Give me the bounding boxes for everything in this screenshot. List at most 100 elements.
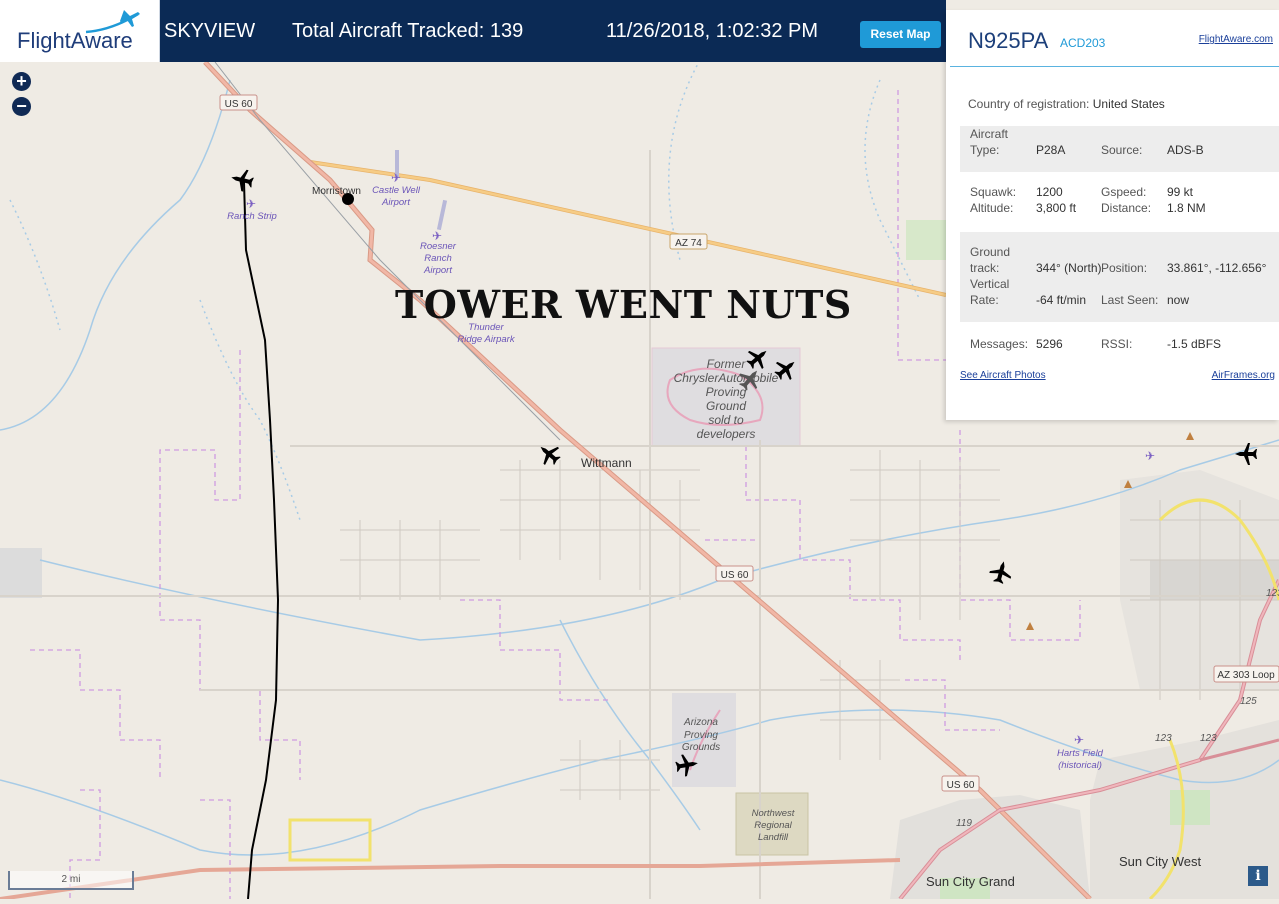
- track-value: 344° (North): [1036, 261, 1102, 275]
- svg-text:US 60: US 60: [721, 570, 749, 581]
- source-value: ADS-B: [1167, 143, 1204, 157]
- label-thunder-ridge-2: Ridge Airpark: [457, 334, 515, 345]
- section-squawk: Squawk: 1200 Gspeed: 99 kt Altitude: 3,8…: [960, 182, 1279, 222]
- see-aircraft-photos-link[interactable]: See Aircraft Photos: [960, 370, 1046, 381]
- flightaware-link[interactable]: FlightAware.com: [1199, 34, 1273, 45]
- airport-icon: ✈: [246, 197, 256, 211]
- place-label-wittmann: Wittmann: [581, 456, 632, 470]
- label-az-proving-1: Arizona: [683, 717, 718, 728]
- label-chrysler-1: Former: [707, 357, 747, 371]
- road-shield-az303: AZ 303 Loop: [1213, 665, 1279, 683]
- label-chrysler-6: developers: [697, 427, 756, 441]
- distance-value: 1.8 NM: [1167, 201, 1206, 215]
- ground-label: Ground: [970, 245, 1011, 259]
- squawk-label: Squawk:: [970, 185, 1017, 199]
- position-label: Position:: [1101, 261, 1148, 275]
- label-az-proving-2: Proving: [684, 730, 718, 741]
- aircraft-label: Aircraft: [970, 127, 1009, 141]
- rssi-label: RSSI:: [1101, 337, 1133, 351]
- scale-bar: 2 mi: [8, 871, 134, 890]
- proving-grounds-label: Arizona Proving Grounds: [682, 717, 720, 753]
- label-castle-well-2: Airport: [381, 197, 410, 208]
- type-label: Type:: [970, 143, 1000, 157]
- rate-value: -64 ft/min: [1036, 293, 1087, 307]
- label-ranch-strip: Ranch Strip: [227, 211, 277, 222]
- airframes-link[interactable]: AirFrames.org: [1212, 370, 1275, 381]
- svg-text:US 60: US 60: [947, 780, 975, 791]
- gspeed-label: Gspeed:: [1101, 185, 1147, 199]
- aircraft-info-panel: N925PA ACD203 FlightAware.com Country of…: [946, 10, 1279, 420]
- label-harts-field-2: (historical): [1058, 760, 1102, 771]
- section-type: Aircraft Type: P28A Source: ADS-B: [960, 126, 1279, 172]
- airport-icon: ✈: [1074, 733, 1084, 747]
- label-landfill-3: Landfill: [758, 832, 789, 843]
- label-harts-field: Harts Field: [1057, 748, 1104, 759]
- squawk-value: 1200: [1036, 185, 1063, 199]
- gray-area-west: [0, 548, 42, 598]
- section-messages: Messages: 5296 RSSI: -1.5 dBFS: [960, 334, 1279, 358]
- route-number: 123: [1200, 733, 1217, 744]
- road-shield-us60-a: US 60: [219, 94, 258, 111]
- route-number: 123: [1155, 733, 1172, 744]
- label-chrysler-3: Proving: [706, 385, 747, 399]
- app-title: SKYVIEW: [164, 20, 256, 42]
- label-chrysler-2: ChryslerAutomobile: [674, 371, 779, 385]
- flight-ident: ACD203: [1060, 36, 1106, 50]
- messages-value: 5296: [1036, 337, 1063, 351]
- altitude-value: 3,800 ft: [1036, 201, 1077, 215]
- messages-label: Messages:: [970, 337, 1029, 351]
- current-datetime: 11/26/2018, 1:02:32 PM: [606, 20, 819, 42]
- zoom-in-button[interactable]: +: [12, 72, 31, 91]
- route-number: 123: [1266, 588, 1279, 599]
- label-roesner-2: Ranch: [424, 253, 451, 264]
- altitude-label: Altitude:: [970, 201, 1014, 215]
- info-icon[interactable]: i: [1248, 866, 1268, 886]
- label-chrysler-4: Ground: [706, 399, 746, 413]
- airport-icon: ✈: [391, 171, 401, 185]
- place-label-sun-city-west: Sun City West: [1119, 854, 1202, 869]
- zoom-out-button[interactable]: −: [12, 97, 31, 116]
- lastseen-value: now: [1167, 293, 1190, 307]
- distance-label: Distance:: [1101, 201, 1152, 215]
- label-landfill-1: Northwest: [752, 808, 795, 819]
- road-shield-us60-b: US 60: [715, 565, 754, 582]
- road-shield-az74: AZ 74: [669, 233, 708, 250]
- logo-text: FlightAware: [17, 28, 133, 53]
- park-area: [1170, 790, 1210, 825]
- svg-text:AZ 303 Loop: AZ 303 Loop: [1217, 670, 1275, 681]
- panel-divider: [950, 66, 1279, 67]
- label-castle-well: Castle Well: [372, 185, 421, 196]
- section-track: Ground track: 344° (North) Position: 33.…: [960, 232, 1279, 322]
- country-value: United States: [1092, 97, 1165, 111]
- label-az-proving-3: Grounds: [682, 742, 720, 753]
- route-number: 125: [1240, 696, 1257, 707]
- vertical-label: Vertical: [970, 277, 1010, 291]
- label-chrysler-5: sold to: [708, 413, 744, 427]
- rate-label: Rate:: [970, 293, 999, 307]
- country-of-registration: Country of registration: United States: [968, 97, 1165, 111]
- rssi-value: -1.5 dBFS: [1167, 337, 1222, 351]
- place-label-morristown: Morristown: [312, 186, 361, 197]
- overlay-caption: TOWER WENT NUTS: [395, 282, 852, 327]
- flightaware-logo[interactable]: FlightAware: [0, 0, 160, 62]
- aircraft-registration: N925PA: [968, 28, 1049, 53]
- total-aircraft-tracked: Total Aircraft Tracked: 139: [292, 20, 524, 42]
- source-label: Source:: [1101, 143, 1143, 157]
- place-label-sun-city-grand: Sun City Grand: [926, 874, 1015, 889]
- svg-text:AZ 74: AZ 74: [675, 238, 702, 249]
- country-label: Country of registration:: [968, 97, 1090, 111]
- position-value: 33.861°, -112.656°: [1167, 261, 1267, 275]
- urban-block: [1150, 560, 1279, 600]
- road-shield-us60-c: US 60: [941, 775, 980, 792]
- lastseen-label: Last Seen:: [1101, 293, 1159, 307]
- route-number: 119: [956, 818, 972, 829]
- label-roesner-3: Airport: [423, 265, 452, 276]
- label-landfill-2: Regional: [754, 820, 792, 831]
- type-value: P28A: [1036, 143, 1066, 157]
- track-label: track:: [970, 261, 1000, 275]
- svg-text:US 60: US 60: [225, 99, 253, 110]
- park-area: [906, 220, 946, 260]
- gspeed-value: 99 kt: [1167, 185, 1194, 199]
- label-roesner: Roesner: [420, 241, 457, 252]
- reset-map-button[interactable]: Reset Map: [860, 21, 941, 48]
